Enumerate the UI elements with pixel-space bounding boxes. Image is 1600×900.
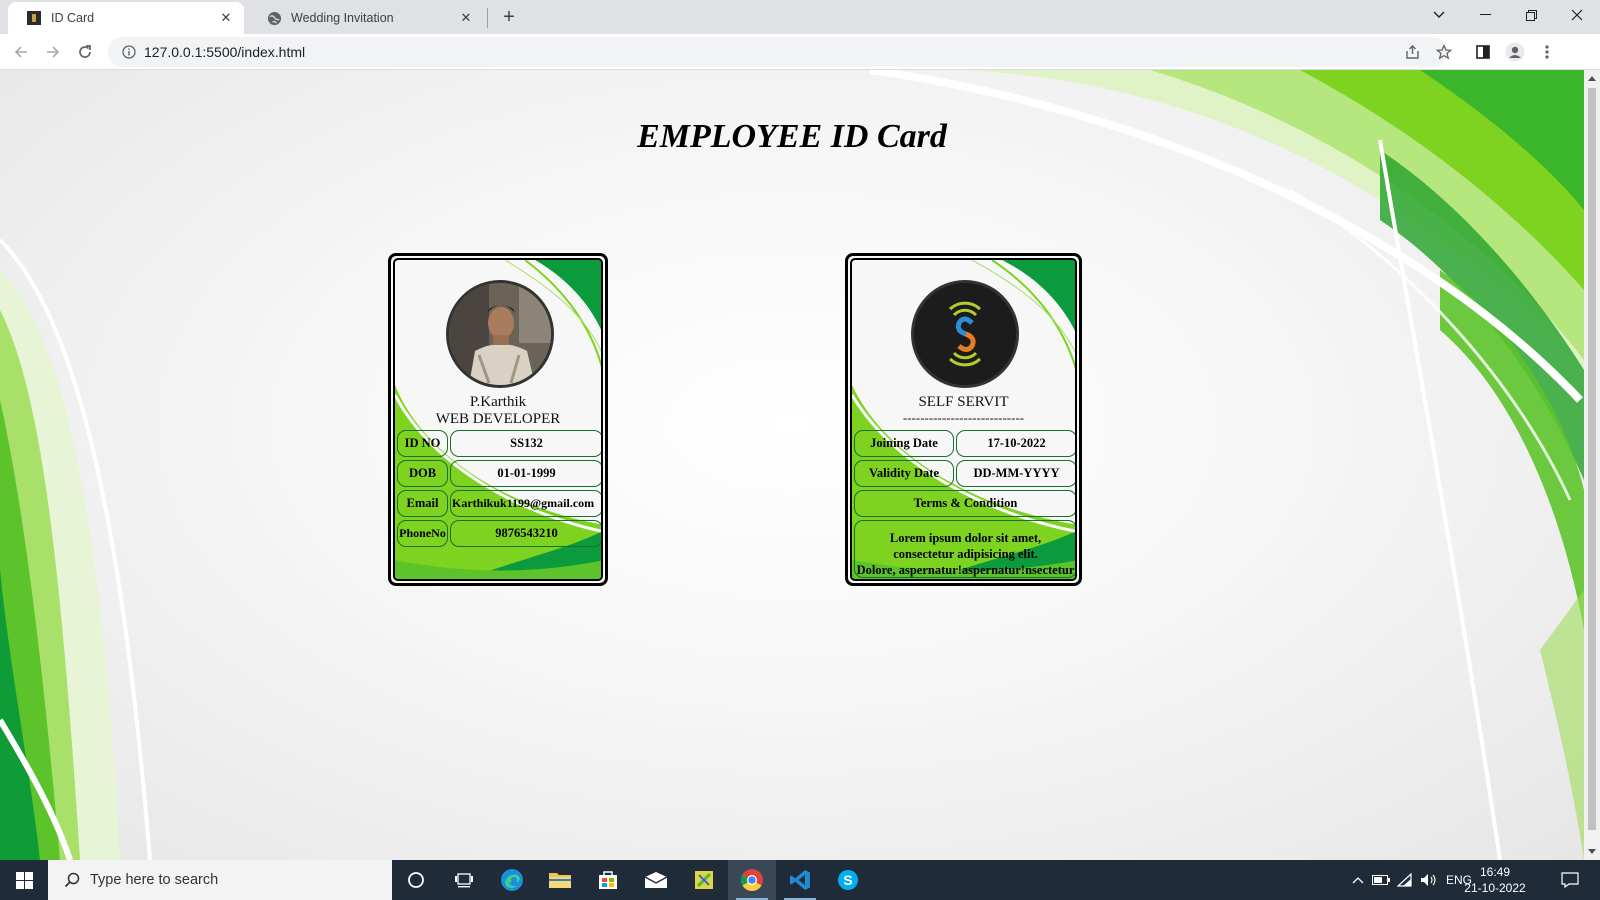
employee-front-card: P.Karthik WEB DEVELOPER ID NO SS132 DOB … (388, 253, 608, 586)
field-label: Joining Date (854, 430, 954, 457)
battery-icon[interactable] (1370, 860, 1392, 900)
edge-browser-icon[interactable] (488, 860, 536, 900)
field-label: Email (397, 490, 448, 517)
page-viewport: EMPLOYEE ID Card P.Karthik WEB DEVELOPER… (0, 70, 1584, 860)
profile-avatar-icon[interactable] (1502, 39, 1528, 65)
bookmark-star-icon[interactable] (1431, 39, 1457, 65)
windows-taskbar: Type here to search S ENG 16:49 21-10-20… (0, 860, 1600, 900)
menu-kebab-icon[interactable] (1534, 39, 1560, 65)
minimize-button[interactable] (1462, 0, 1508, 30)
cortana-icon[interactable] (392, 860, 440, 900)
scroll-thumb[interactable] (1588, 88, 1596, 830)
vscode-icon[interactable] (776, 860, 824, 900)
chrome-icon[interactable] (728, 860, 776, 900)
close-tab-icon[interactable]: ✕ (456, 8, 476, 28)
front-card-content: P.Karthik WEB DEVELOPER ID NO SS132 DOB … (395, 260, 601, 579)
company-logo (911, 280, 1019, 388)
field-label: DOB (397, 460, 448, 487)
employee-back-card: SELF SERVIT ----------------------------… (845, 253, 1082, 586)
sticky-tools-icon[interactable] (680, 860, 728, 900)
microsoft-store-icon[interactable] (584, 860, 632, 900)
globe-icon (266, 10, 282, 26)
clock-time: 16:49 (1479, 865, 1511, 879)
tab-id-card[interactable]: ID Card ✕ (8, 2, 244, 34)
self-servit-logo-icon (914, 283, 1016, 385)
url-text: 127.0.0.1:5500/index.html (144, 44, 306, 60)
terms-title: Terms & Condition (854, 490, 1075, 517)
taskbar-search-box[interactable]: Type here to search (48, 860, 392, 900)
search-placeholder: Type here to search (90, 872, 219, 888)
tab-strip: ID Card ✕ Wedding Invitation ✕ + (0, 0, 1600, 34)
page-title: EMPLOYEE ID Card (637, 118, 947, 155)
side-panel-icon[interactable] (1470, 39, 1496, 65)
field-value: 17-10-2022 (956, 430, 1075, 457)
restore-button[interactable] (1508, 0, 1554, 30)
tab-wedding-invitation[interactable]: Wedding Invitation ✕ (248, 2, 484, 34)
card-inner-border: SELF SERVIT ----------------------------… (850, 258, 1077, 581)
file-explorer-icon[interactable] (536, 860, 584, 900)
site-info-icon[interactable] (114, 45, 144, 59)
employee-name: P.Karthik (469, 394, 527, 410)
field-value: 01-01-1999 (450, 460, 601, 487)
wifi-icon[interactable] (1394, 860, 1416, 900)
scroll-up-arrow-icon[interactable] (1588, 76, 1596, 81)
close-window-button[interactable] (1554, 0, 1600, 30)
divider-line: ---------------------------- (902, 410, 1025, 425)
scroll-down-arrow-icon[interactable] (1588, 849, 1596, 854)
search-icon (54, 872, 90, 888)
close-tab-icon[interactable]: ✕ (216, 8, 236, 28)
field-value: DD-MM-YYYY (956, 460, 1075, 487)
vertical-scrollbar[interactable] (1584, 70, 1600, 860)
back-arrow-icon[interactable] (8, 39, 34, 65)
field-value: 9876543210 (450, 520, 601, 547)
employee-photo (446, 280, 554, 388)
terms-body: Lorem ipsum dolor sit amet, consectetur … (854, 520, 1075, 578)
field-label: ID NO (397, 430, 448, 457)
windows-start-icon[interactable] (0, 860, 48, 900)
reload-icon[interactable] (72, 39, 98, 65)
share-icon[interactable] (1400, 39, 1426, 65)
tab-title: Wedding Invitation (291, 11, 394, 25)
clock-date: 21-10-2022 (1464, 881, 1526, 895)
field-value: SS132 (450, 430, 601, 457)
card-inner-border: P.Karthik WEB DEVELOPER ID NO SS132 DOB … (393, 258, 603, 581)
svg-text:S: S (843, 872, 852, 888)
green-wave-background (0, 70, 1584, 860)
tab-search-chevron-icon[interactable] (1416, 0, 1462, 30)
mail-icon[interactable] (632, 860, 680, 900)
volume-icon[interactable] (1418, 860, 1440, 900)
terms-line: Lorem ipsum dolor sit amet, (889, 531, 1042, 545)
field-label: PhoneNo (397, 520, 448, 547)
notification-center-icon[interactable] (1550, 860, 1590, 900)
employee-role: WEB DEVELOPER (435, 411, 561, 427)
browser-toolbar: 127.0.0.1:5500/index.html (0, 34, 1600, 70)
skype-icon[interactable]: S (824, 860, 872, 900)
id-card-favicon-icon (26, 10, 42, 26)
tab-title: ID Card (51, 11, 95, 25)
forward-arrow-icon[interactable] (40, 39, 66, 65)
back-card-content: SELF SERVIT ----------------------------… (852, 260, 1075, 579)
new-tab-button[interactable]: + (497, 5, 521, 29)
show-hidden-icons-chevron-icon[interactable] (1348, 860, 1368, 900)
field-label: Validity Date (854, 460, 954, 487)
terms-line: Dolore, aspernatur!aspernatur!nsectetur (856, 563, 1075, 577)
taskbar-clock[interactable]: 16:49 21-10-2022 (1460, 864, 1530, 896)
task-view-icon[interactable] (440, 860, 488, 900)
tab-divider (487, 8, 488, 28)
field-value: Karthikuk1199@gmail.com (450, 490, 601, 517)
terms-line: consectetur adipisicing elit. (893, 547, 1038, 561)
address-bar[interactable]: 127.0.0.1:5500/index.html (108, 37, 1448, 67)
